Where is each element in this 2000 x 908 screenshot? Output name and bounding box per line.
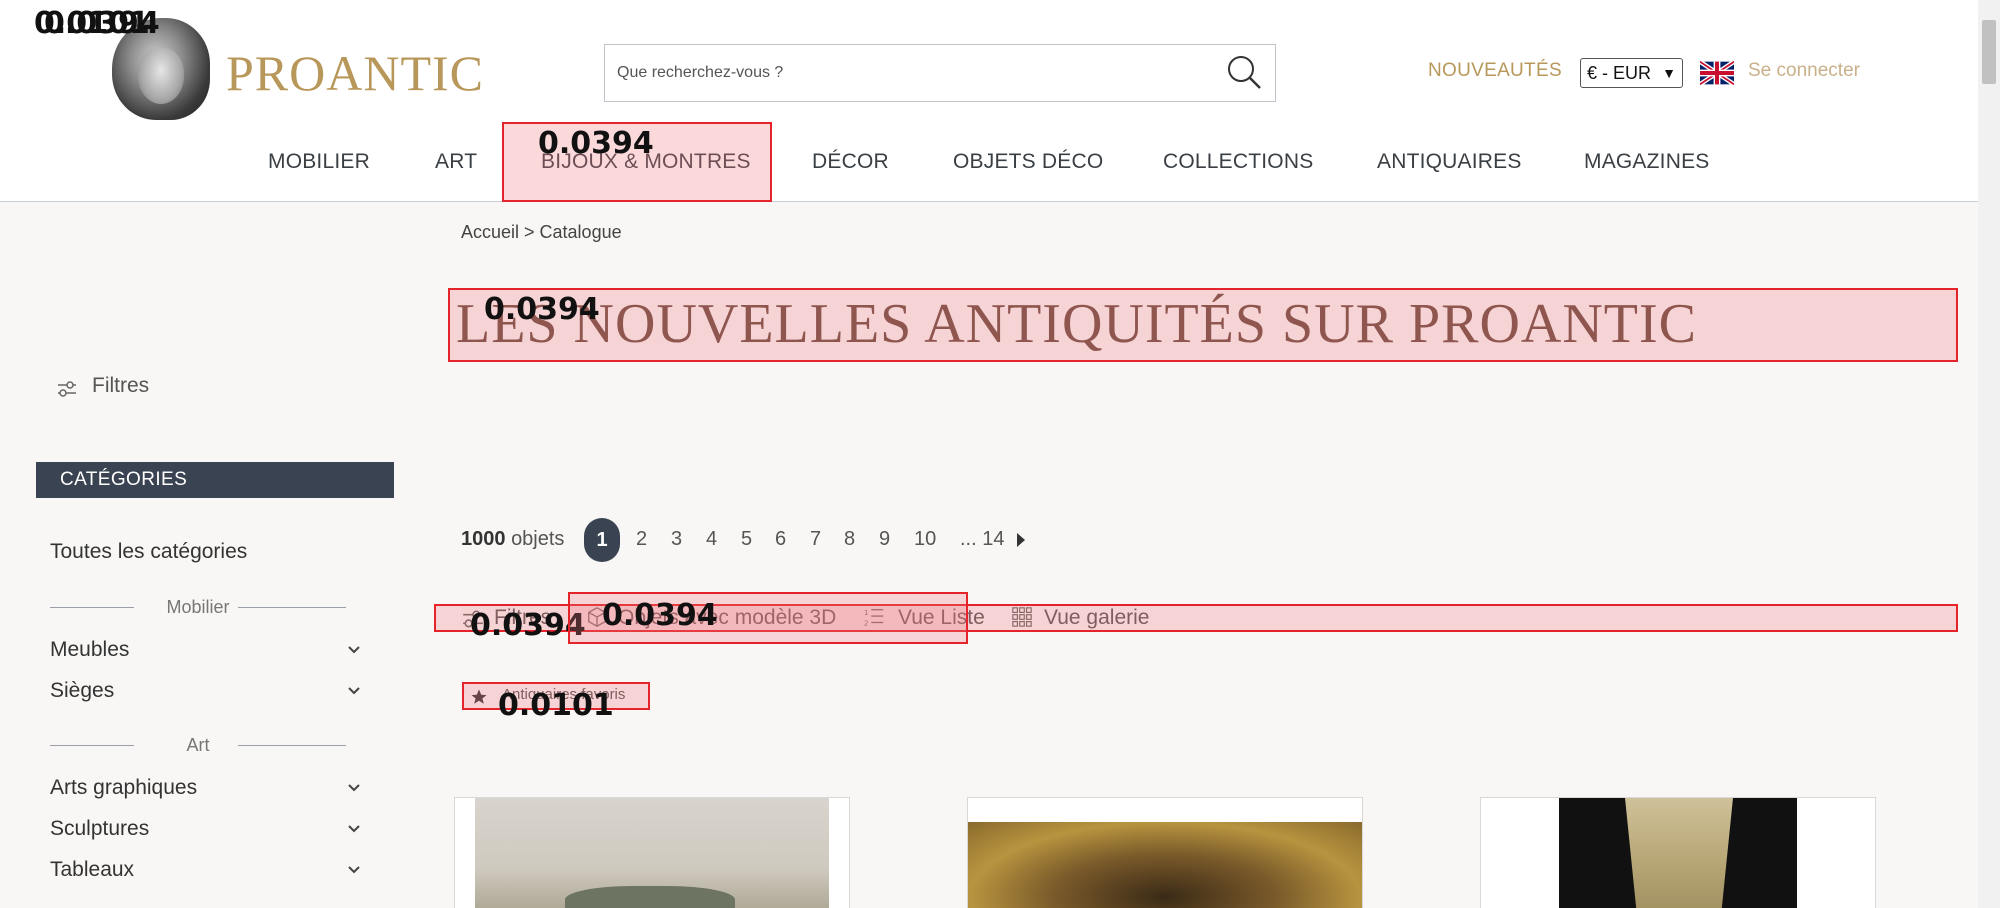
product-card-3[interactable] [1480, 797, 1876, 908]
page-scrollbar[interactable] [1978, 0, 2000, 908]
product-card-1[interactable] [454, 797, 850, 908]
highlight-score-title: 0.0394 [484, 292, 600, 327]
highlight-score-top-left-b: 0.0394 [44, 6, 160, 41]
page-6-button[interactable]: 6 [775, 528, 786, 551]
site-header: PROANTIC NOUVEAUTÉS € - EUR ▼ Se connect… [0, 0, 1978, 202]
search-icon[interactable] [1224, 52, 1264, 92]
nav-collections[interactable]: COLLECTIONS [1163, 150, 1313, 174]
nav-mobilier[interactable]: MOBILIER [268, 150, 370, 174]
nav-art[interactable]: ART [435, 150, 477, 174]
page-3-button[interactable]: 3 [671, 528, 682, 551]
sidebar-separator-mobilier: Mobilier [50, 597, 346, 617]
chevron-down-icon[interactable] [346, 821, 362, 837]
highlight-score-nav: 0.0394 [538, 126, 654, 161]
nav-decor[interactable]: DÉCOR [812, 150, 889, 174]
categories-header: CATÉGORIES [36, 462, 394, 498]
login-link[interactable]: Se connecter [1748, 60, 1860, 82]
currency-select[interactable]: € - EUR ▼ [1580, 58, 1683, 88]
logo-text[interactable]: PROANTIC [226, 44, 484, 102]
highlight-score-favoris: 0.0101 [498, 688, 614, 723]
sidebar-item-sculptures[interactable]: Sculptures [50, 817, 149, 841]
page-10-button[interactable]: 10 [914, 528, 936, 551]
chevron-down-icon[interactable] [346, 642, 362, 658]
chevron-down-icon[interactable] [346, 780, 362, 796]
sidebar-filtres-button[interactable]: Filtres [92, 374, 149, 398]
product-card-2[interactable] [967, 797, 1363, 908]
sidebar-item-sieges[interactable]: Sièges [50, 679, 114, 703]
breadcrumb[interactable]: Accueil > Catalogue [461, 222, 622, 243]
product-image[interactable] [1559, 798, 1797, 908]
page-2-button[interactable]: 2 [636, 528, 647, 551]
highlight-score-objets3d: 0.0394 [602, 598, 718, 633]
page-9-button[interactable]: 9 [879, 528, 890, 551]
page-14-button[interactable]: ... 14 [960, 528, 1004, 551]
page-1-button[interactable]: 1 [584, 518, 620, 562]
sidebar-item-tableaux[interactable]: Tableaux [50, 858, 134, 882]
scrollbar-thumb[interactable] [1982, 20, 1996, 84]
sidebar-item-arts-graphiques[interactable]: Arts graphiques [50, 776, 197, 800]
product-image[interactable] [475, 798, 829, 908]
results-count: 1000 objets [461, 528, 565, 550]
chevron-down-icon: ▼ [1662, 65, 1676, 81]
currency-value: € - EUR [1587, 63, 1652, 83]
page-4-button[interactable]: 4 [706, 528, 717, 551]
highlight-box-title [448, 288, 1958, 362]
sidebar-separator-art: Art [50, 735, 346, 755]
search-box [604, 44, 1276, 102]
nav-magazines[interactable]: MAGAZINES [1584, 150, 1709, 174]
chevron-down-icon[interactable] [346, 683, 362, 699]
page-7-button[interactable]: 7 [810, 528, 821, 551]
next-page-icon[interactable] [1016, 532, 1026, 548]
filter-sliders-icon[interactable] [56, 380, 78, 398]
nav-objets-deco[interactable]: OBJETS DÉCO [953, 150, 1103, 174]
page-5-button[interactable]: 5 [741, 528, 752, 551]
uk-flag-icon[interactable] [1700, 61, 1734, 85]
sidebar-item-all-categories[interactable]: Toutes les catégories [50, 540, 247, 564]
search-input[interactable] [605, 45, 1205, 101]
nav-antiquaires[interactable]: ANTIQUAIRES [1377, 150, 1522, 174]
product-image[interactable] [968, 822, 1362, 908]
chevron-down-icon[interactable] [346, 862, 362, 878]
nouveautes-link[interactable]: NOUVEAUTÉS [1428, 60, 1562, 82]
sidebar-item-meubles[interactable]: Meubles [50, 638, 129, 662]
page-8-button[interactable]: 8 [844, 528, 855, 551]
